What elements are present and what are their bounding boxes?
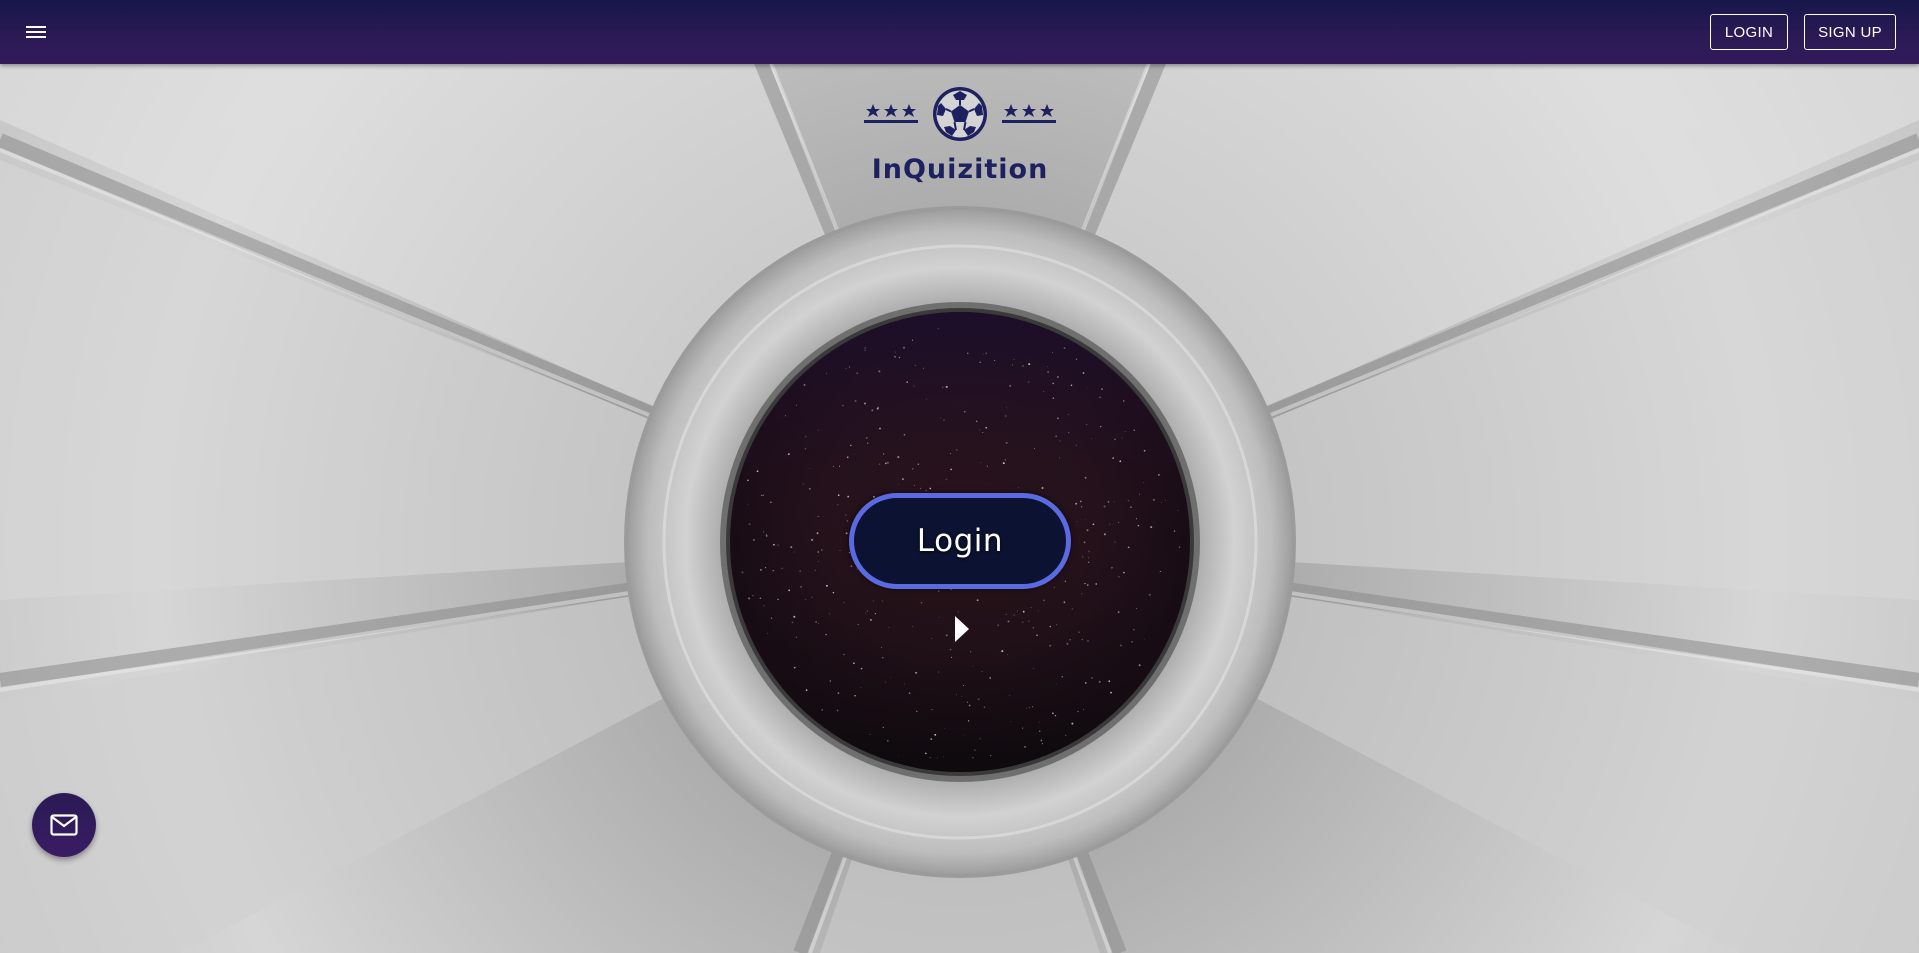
play-triangle-icon[interactable]: [954, 615, 970, 643]
contact-mail-button[interactable]: [32, 793, 96, 857]
page: LOGIN SIGN UP InQuizition Login: [0, 0, 1919, 953]
mail-envelope-icon: [50, 814, 78, 836]
hero-login-button[interactable]: Login: [849, 493, 1071, 589]
header-login-button[interactable]: LOGIN: [1710, 14, 1788, 50]
hamburger-menu-button[interactable]: [18, 17, 54, 47]
header-signup-button[interactable]: SIGN UP: [1804, 14, 1896, 50]
hamburger-menu-icon: [26, 25, 46, 39]
top-app-bar: LOGIN SIGN UP: [0, 0, 1919, 64]
brand-name: InQuizition: [871, 154, 1049, 185]
